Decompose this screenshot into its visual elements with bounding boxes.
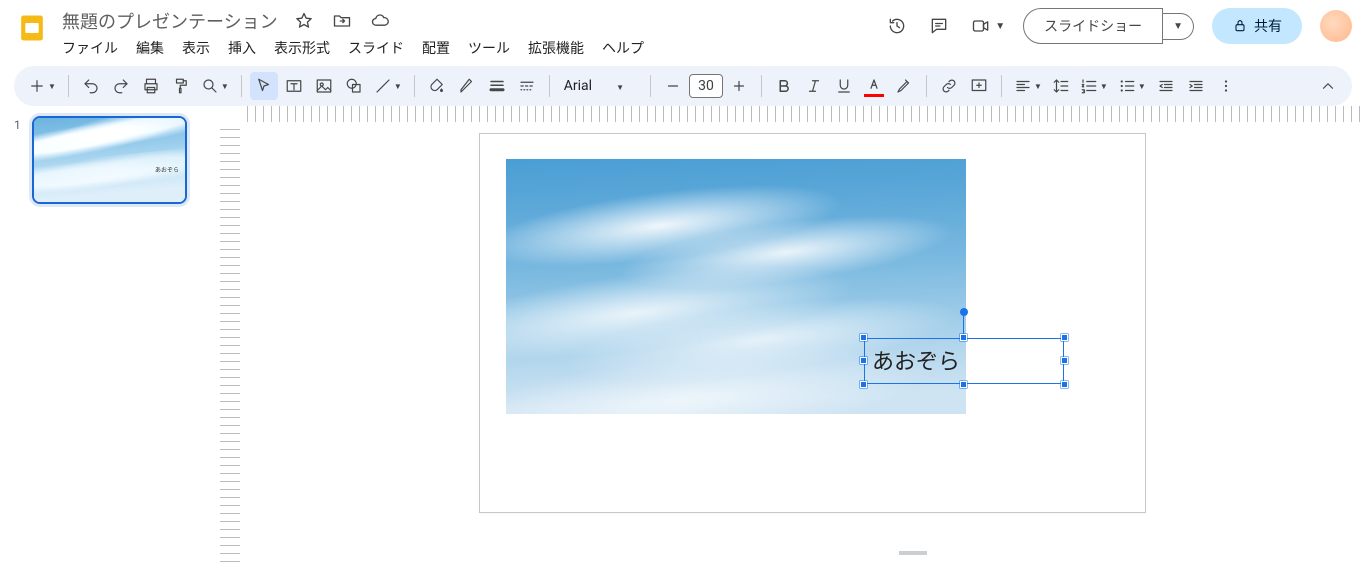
redo-button[interactable] xyxy=(107,72,135,100)
resize-handle-ml[interactable] xyxy=(860,357,867,364)
select-tool[interactable] xyxy=(250,72,278,100)
textbox-content[interactable]: あおぞら xyxy=(872,344,960,376)
insert-comment-button[interactable] xyxy=(965,72,993,100)
menu-bar: ファイル 編集 表示 挿入 表示形式 スライド 配置 ツール 拡張機能 ヘルプ xyxy=(62,36,873,58)
line-spacing-button[interactable] xyxy=(1048,72,1074,100)
account-avatar[interactable] xyxy=(1320,10,1352,42)
numbered-list-button[interactable]: ▼ xyxy=(1076,72,1112,100)
workspace: 1 あおぞら あおぞら xyxy=(0,106,1366,563)
zoom-button[interactable]: ▼ xyxy=(197,72,233,100)
separator xyxy=(650,75,651,97)
align-button[interactable]: ▼ xyxy=(1010,72,1046,100)
separator xyxy=(414,75,415,97)
text-color-indicator xyxy=(864,94,884,97)
menu-insert[interactable]: 挿入 xyxy=(228,38,256,58)
separator xyxy=(241,75,242,97)
border-dash-button[interactable] xyxy=(513,72,541,100)
resize-handle-bm[interactable] xyxy=(960,381,967,388)
slides-app-icon[interactable] xyxy=(14,10,50,46)
thumb-sky-image xyxy=(34,118,185,202)
toolbar-container: ▼ ▼ ▼ Arial▼ 30 ▼ ▼ ▼ xyxy=(0,62,1366,106)
menu-help[interactable]: ヘルプ xyxy=(602,38,644,58)
menu-file[interactable]: ファイル xyxy=(62,38,118,58)
italic-button[interactable] xyxy=(800,72,828,100)
indent-decrease-button[interactable] xyxy=(1152,72,1180,100)
insert-link-button[interactable] xyxy=(935,72,963,100)
share-label: 共有 xyxy=(1254,16,1282,36)
undo-button[interactable] xyxy=(77,72,105,100)
menu-edit[interactable]: 編集 xyxy=(136,38,164,58)
title-bar: 無題のプレゼンテーション ファイル 編集 表示 挿入 表示形式 スライド 配置 … xyxy=(0,0,1366,62)
new-slide-button[interactable]: ▼ xyxy=(24,72,60,100)
menu-view[interactable]: 表示 xyxy=(182,38,210,58)
slide-number: 1 xyxy=(14,116,24,204)
separator xyxy=(1001,75,1002,97)
font-size-decrease[interactable] xyxy=(659,72,687,100)
separator xyxy=(549,75,550,97)
more-options-button[interactable] xyxy=(1212,72,1240,100)
menu-arrange[interactable]: 配置 xyxy=(422,38,450,58)
print-button[interactable] xyxy=(137,72,165,100)
meet-icon[interactable] xyxy=(969,14,993,38)
meet-chevron[interactable]: ▼ xyxy=(995,21,1005,32)
shape-tool[interactable] xyxy=(340,72,368,100)
comments-icon[interactable] xyxy=(927,14,951,38)
textbox-tool[interactable] xyxy=(280,72,308,100)
menu-extensions[interactable]: 拡張機能 xyxy=(528,38,584,58)
canvas-area: あおぞら xyxy=(220,106,1366,563)
selected-textbox[interactable]: あおぞら xyxy=(864,338,1064,384)
cloud-saved-icon[interactable] xyxy=(368,9,392,33)
font-size-input[interactable]: 30 xyxy=(689,74,723,98)
slideshow-button[interactable]: スライドショー xyxy=(1023,8,1163,44)
separator xyxy=(761,75,762,97)
line-tool[interactable]: ▼ xyxy=(370,72,406,100)
resize-handle-br[interactable] xyxy=(1061,381,1068,388)
fill-color-button[interactable] xyxy=(423,72,451,100)
thumb-textbox: あおぞら xyxy=(155,165,179,174)
highlight-button[interactable] xyxy=(890,72,918,100)
separator xyxy=(926,75,927,97)
border-weight-button[interactable] xyxy=(483,72,511,100)
speaker-notes-grip[interactable] xyxy=(899,551,927,555)
menu-tools[interactable]: ツール xyxy=(468,38,510,58)
toolbar: ▼ ▼ ▼ Arial▼ 30 ▼ ▼ ▼ xyxy=(14,66,1352,106)
slide-page[interactable]: あおぞら xyxy=(480,134,1145,512)
filmstrip[interactable]: 1 あおぞら xyxy=(0,106,220,563)
share-button[interactable]: 共有 xyxy=(1212,8,1302,44)
resize-handle-tr[interactable] xyxy=(1061,334,1068,341)
border-color-button[interactable] xyxy=(453,72,481,100)
separator xyxy=(68,75,69,97)
bold-button[interactable] xyxy=(770,72,798,100)
paint-format-button[interactable] xyxy=(167,72,195,100)
underline-button[interactable] xyxy=(830,72,858,100)
star-icon[interactable] xyxy=(292,9,316,33)
slideshow-dropdown[interactable]: ▼ xyxy=(1163,13,1194,40)
menu-slide[interactable]: スライド xyxy=(348,38,404,58)
resize-handle-bl[interactable] xyxy=(860,381,867,388)
resize-handle-tl[interactable] xyxy=(860,334,867,341)
rotate-handle[interactable] xyxy=(960,308,968,316)
indent-increase-button[interactable] xyxy=(1182,72,1210,100)
title-right: ▼ スライドショー ▼ 共有 xyxy=(885,6,1352,44)
resize-handle-tm[interactable] xyxy=(960,334,967,341)
image-tool[interactable] xyxy=(310,72,338,100)
bulleted-list-button[interactable]: ▼ xyxy=(1114,72,1150,100)
text-color-button[interactable] xyxy=(860,72,888,100)
resize-handle-mr[interactable] xyxy=(1061,357,1068,364)
vertical-ruler[interactable] xyxy=(220,122,240,563)
slide-thumbnail[interactable]: あおぞら xyxy=(32,116,187,204)
font-family-select[interactable]: Arial▼ xyxy=(558,78,642,94)
menu-format[interactable]: 表示形式 xyxy=(274,38,330,58)
move-to-folder-icon[interactable] xyxy=(330,9,354,33)
document-title[interactable]: 無題のプレゼンテーション xyxy=(62,8,278,34)
filmstrip-item[interactable]: 1 あおぞら xyxy=(14,116,206,204)
horizontal-ruler[interactable] xyxy=(240,106,1366,122)
history-icon[interactable] xyxy=(885,14,909,38)
title-center: 無題のプレゼンテーション ファイル 編集 表示 挿入 表示形式 スライド 配置 … xyxy=(62,6,873,58)
font-size-increase[interactable] xyxy=(725,72,753,100)
canvas-viewport[interactable]: あおぞら xyxy=(240,122,1366,563)
collapse-toolbar-button[interactable] xyxy=(1314,72,1342,100)
